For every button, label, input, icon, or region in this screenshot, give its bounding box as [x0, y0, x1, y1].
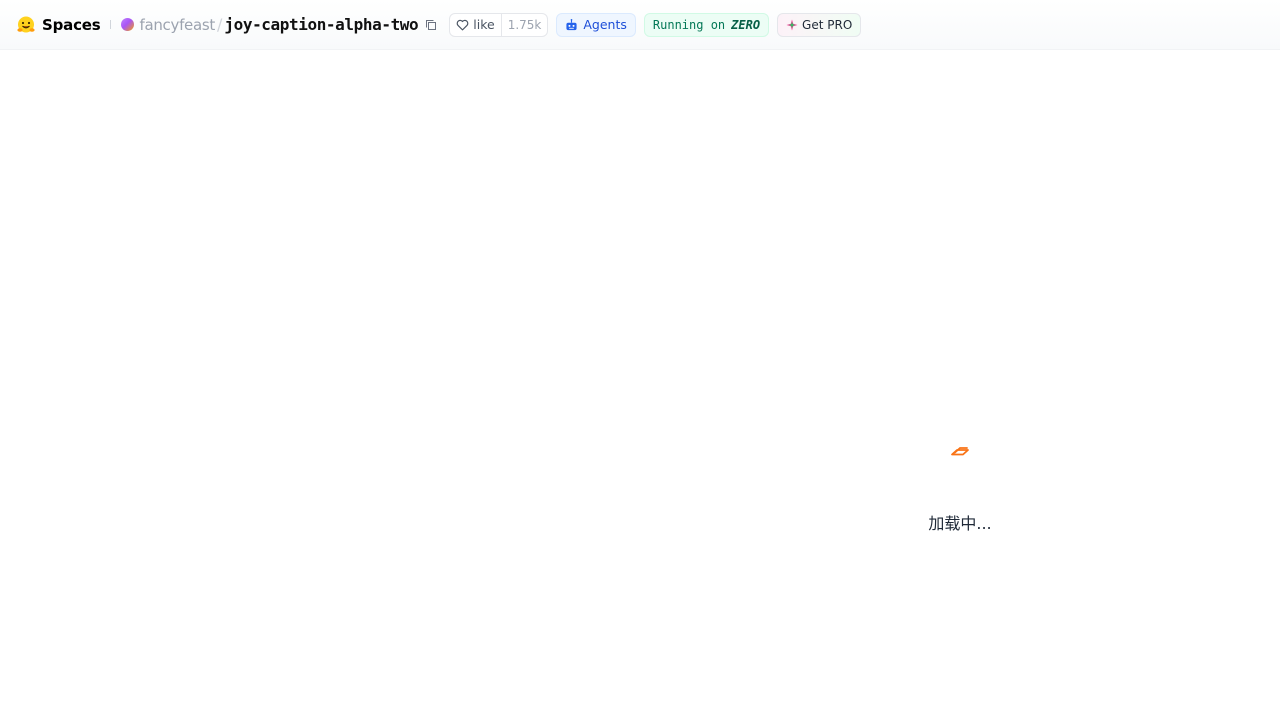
like-group: like 1.75k: [449, 12, 549, 37]
space-header: Spaces fancyfeast / joy-caption-alpha-tw…: [0, 0, 1280, 50]
path-separator: /: [216, 15, 223, 34]
loading-text: 加载中...: [928, 514, 992, 533]
agents-label: Agents: [583, 17, 627, 32]
agents-button[interactable]: Agents: [556, 12, 636, 37]
space-name[interactable]: joy-caption-alpha-two: [224, 15, 418, 34]
gradio-logo-icon: [951, 447, 969, 456]
copy-button[interactable]: [423, 17, 439, 33]
like-label: like: [473, 17, 495, 32]
copy-icon: [426, 19, 437, 30]
owner-avatar: [121, 18, 135, 31]
spaces-home-link[interactable]: Spaces: [16, 15, 101, 35]
sparkle-icon: [786, 19, 798, 30]
header-divider: [110, 20, 112, 29]
loading-indicator: 加载中...: [900, 440, 1020, 534]
get-pro-button[interactable]: Get PRO: [777, 12, 862, 37]
heart-icon: [456, 19, 469, 30]
running-label: Running on: [652, 17, 726, 32]
get-pro-label: Get PRO: [802, 17, 853, 32]
like-button[interactable]: like: [450, 14, 500, 36]
owner-link[interactable]: fancyfeast: [139, 16, 215, 34]
like-count[interactable]: 1.75k: [500, 13, 548, 36]
hugging-face-icon: [17, 16, 35, 32]
zero-hardware-label: ZERO: [731, 17, 761, 32]
spaces-label: Spaces: [42, 15, 101, 34]
robot-icon: [566, 18, 577, 30]
hardware-status-badge[interactable]: Running on ZERO: [643, 12, 770, 37]
